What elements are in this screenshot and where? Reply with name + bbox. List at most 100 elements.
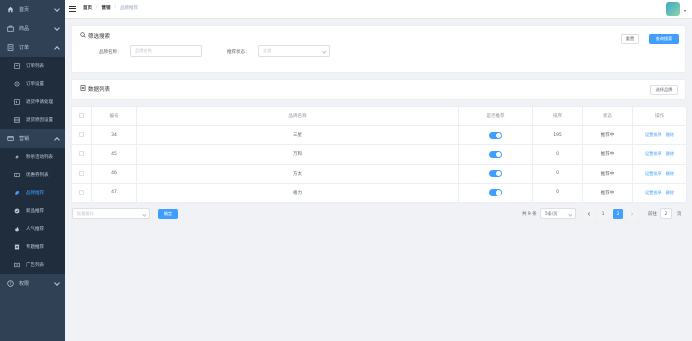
next-page-button[interactable] xyxy=(627,209,637,219)
flash-icon xyxy=(13,154,20,161)
cell-id: 46 xyxy=(91,163,137,184)
set-sort-link[interactable]: 设置排序 xyxy=(645,132,662,137)
chevron-down-icon xyxy=(141,212,146,217)
caret-down-icon[interactable] xyxy=(684,10,686,12)
sidebar-item-label: 退货申请处理 xyxy=(26,100,53,105)
breadcrumb: 首页 / 营销 / 品牌推荐 xyxy=(83,5,138,11)
sidebar-item-ad-list[interactable]: 广告列表 xyxy=(0,256,65,274)
batch-operation-select[interactable]: 批量操作 xyxy=(72,208,150,219)
sidebar-item-subject-recommend[interactable]: 专题推荐 xyxy=(0,238,65,256)
brand-name-input[interactable]: 品牌名称 xyxy=(130,45,202,57)
select-all-cell[interactable] xyxy=(71,105,92,127)
sidebar-item-order-list[interactable]: 订单列表 xyxy=(0,57,65,75)
filter-title-text: 筛选搜索 xyxy=(88,34,111,40)
reason-icon xyxy=(13,117,20,124)
recommend-status-value: 全部 xyxy=(263,48,272,53)
brand-name-label: 品牌名称： xyxy=(99,50,122,55)
row-checkbox[interactable] xyxy=(79,170,84,176)
chevron-up-icon xyxy=(54,46,60,52)
sidebar-item-permission[interactable]: ? 权限 xyxy=(0,274,65,293)
sidebar-item-marketing[interactable]: 营销 xyxy=(0,129,65,148)
cell-status: 推荐中 xyxy=(582,125,633,146)
delete-link[interactable]: 删除 xyxy=(666,171,674,176)
sidebar-item-return-reason[interactable]: 退货原因设置 xyxy=(0,111,65,129)
sidebar-item-hot-recommend[interactable]: 人气推荐 xyxy=(0,220,65,238)
home-icon xyxy=(7,6,14,13)
table-row: 46 方太 0 推荐中 设置排序 删除 xyxy=(71,163,687,184)
chevron-up-icon xyxy=(54,137,60,143)
sidebar-item-brand-recommend[interactable]: 品牌推荐 xyxy=(0,184,65,202)
recommend-switch[interactable] xyxy=(489,170,502,178)
delete-link[interactable]: 删除 xyxy=(666,151,674,156)
navbar: 首页 / 营销 / 品牌推荐 xyxy=(65,0,692,19)
list-header-card: 数据列表 选择品牌 xyxy=(71,79,686,100)
set-sort-link[interactable]: 设置排序 xyxy=(645,190,662,195)
delete-link[interactable]: 删除 xyxy=(666,190,674,195)
coupon-icon xyxy=(13,172,20,179)
recommend-status-select[interactable]: 全部 xyxy=(258,45,330,57)
sidebar-item-new-recommend[interactable]: 新品推荐 xyxy=(0,202,65,220)
column-header-status: 状态 xyxy=(582,105,633,127)
select-all-checkbox[interactable] xyxy=(79,113,84,119)
recommend-switch[interactable] xyxy=(489,131,502,139)
sidebar-item-home[interactable]: 首页 xyxy=(0,0,65,19)
settings-icon xyxy=(13,81,20,88)
table-row: 34 三星 195 推荐中 设置排序 删除 xyxy=(71,125,687,146)
chevron-down-icon xyxy=(54,25,60,31)
search-icon xyxy=(80,32,86,40)
list-title-text: 数据列表 xyxy=(88,87,111,93)
sidebar-item-coupon[interactable]: 优惠券列表 xyxy=(0,166,65,184)
query-button[interactable]: 查询搜索 xyxy=(649,34,679,44)
list-icon xyxy=(80,85,86,93)
hamburger-icon[interactable] xyxy=(69,6,76,12)
sidebar-item-return-apply[interactable]: 退货申请处理 xyxy=(0,93,65,111)
prev-page-button[interactable] xyxy=(584,209,594,219)
set-sort-link[interactable]: 设置排序 xyxy=(645,171,662,176)
table-header-row: 编号 品牌名称 是否推荐 排序 状态 操作 xyxy=(71,105,687,127)
product-icon xyxy=(7,25,14,32)
table-row: 47 格力 0 推荐中 设置排序 删除 xyxy=(71,182,687,203)
sidebar-item-label: 退货原因设置 xyxy=(26,118,53,123)
breadcrumb-separator: / xyxy=(114,5,117,10)
sidebar-item-label: 商品 xyxy=(19,26,30,32)
cell-brand-name: 三星 xyxy=(136,125,459,146)
sidebar-item-order[interactable]: 订单 xyxy=(0,38,65,57)
cell-id: 34 xyxy=(91,125,137,146)
cell-sort: 0 xyxy=(532,182,583,203)
fire-icon xyxy=(13,226,20,233)
set-sort-link[interactable]: 设置排序 xyxy=(645,151,662,156)
recommend-switch[interactable] xyxy=(489,189,502,197)
marketing-icon xyxy=(7,135,14,142)
chevron-down-icon xyxy=(54,6,60,12)
page-unit-label: 页 xyxy=(677,212,682,217)
sidebar-item-label: 品牌推荐 xyxy=(26,191,44,196)
delete-link[interactable]: 删除 xyxy=(666,132,674,137)
sidebar-item-order-setting[interactable]: 订单设置 xyxy=(0,75,65,93)
filter-card: 筛选搜索 重置 查询搜索 品牌名称： 品牌名称 推荐状态： 全部 xyxy=(71,25,686,73)
page-button-1[interactable]: 1 xyxy=(598,209,608,219)
row-checkbox[interactable] xyxy=(79,151,84,157)
row-checkbox[interactable] xyxy=(79,189,84,195)
column-header-id: 编号 xyxy=(91,105,137,127)
sidebar-item-label: 秒杀活动列表 xyxy=(26,155,53,160)
page-size-value: 5条/页 xyxy=(545,210,558,216)
column-header-sort: 排序 xyxy=(532,105,583,127)
reset-button[interactable]: 重置 xyxy=(621,34,639,44)
page-size-select[interactable]: 5条/页 xyxy=(540,208,576,219)
recommend-switch[interactable] xyxy=(489,150,502,158)
select-brand-button[interactable]: 选择品牌 xyxy=(650,85,678,95)
sidebar-item-product[interactable]: 商品 xyxy=(0,19,65,38)
svg-text:?: ? xyxy=(9,281,11,286)
avatar[interactable] xyxy=(666,2,680,16)
column-header-actions: 操作 xyxy=(632,105,687,127)
breadcrumb-home[interactable]: 首页 xyxy=(83,5,92,11)
batch-confirm-button[interactable]: 确定 xyxy=(158,209,178,219)
row-checkbox[interactable] xyxy=(79,132,84,138)
cell-sort: 195 xyxy=(532,125,583,146)
sidebar-item-label: 优惠券列表 xyxy=(26,173,49,178)
sidebar-item-flash-sale[interactable]: 秒杀活动列表 xyxy=(0,148,65,166)
breadcrumb-marketing[interactable]: 营销 xyxy=(102,5,111,11)
page-button-2[interactable]: 2 xyxy=(613,209,623,219)
return-icon xyxy=(13,99,20,106)
goto-page-input[interactable]: 2 xyxy=(660,208,672,219)
